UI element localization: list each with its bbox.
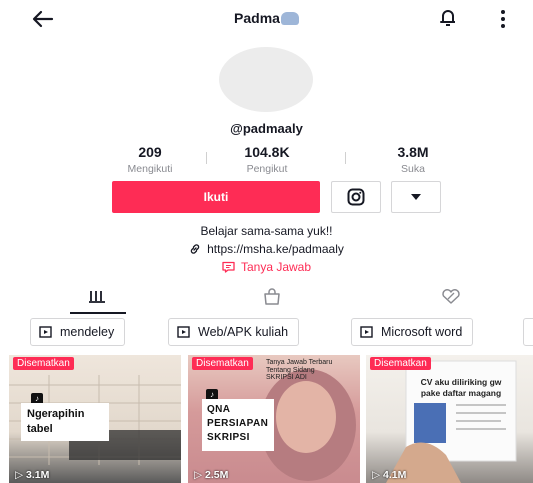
profile-title-text: Padma	[234, 10, 280, 26]
qa-icon	[222, 261, 235, 273]
instagram-icon	[347, 188, 365, 206]
liked-icon[interactable]	[440, 288, 462, 306]
active-tab-indicator	[70, 312, 126, 314]
video-thumbnail-3[interactable]: Disematkan CV aku diliriking gw pake daf…	[366, 355, 533, 483]
video-caption: CV aku diliriking gw pake daftar magang	[420, 377, 502, 398]
playlist-icon	[39, 326, 52, 338]
avatar[interactable]	[219, 47, 313, 112]
pinned-badge: Disematkan	[192, 357, 253, 370]
qa-link-text: Tanya Jawab	[240, 260, 312, 274]
elephant-emoji-icon	[280, 12, 299, 25]
stat-following-label: Mengikuti	[127, 163, 173, 175]
grid-icon[interactable]	[88, 288, 108, 304]
stat-followers[interactable]: 104.8K Pengikut	[222, 144, 312, 175]
stat-likes-value: 3.8M	[397, 144, 429, 160]
stat-likes[interactable]: 3.8M Suka	[368, 144, 458, 175]
video-caption: Ngerapihin tabel	[21, 403, 109, 441]
video-views: ▷ 2.5M	[194, 469, 229, 481]
playlist-chips: mendeley Web/APK kuliah Microsoft word	[0, 318, 533, 350]
video-views-count: 4.1M	[383, 469, 407, 481]
playlist-chip-web-apk[interactable]: Web/APK kuliah	[168, 318, 300, 346]
instagram-button[interactable]	[331, 181, 381, 213]
video-thumbnail-1[interactable]: Disematkan ♪ Ngerapihin tabel ▷ 3.1M	[9, 355, 181, 483]
suggested-accounts-button[interactable]	[391, 181, 441, 213]
more-vertical-icon[interactable]	[497, 8, 509, 30]
playlist-chip-label: Microsoft word	[381, 325, 463, 339]
stat-following-value: 209	[138, 144, 162, 160]
shop-bag-icon[interactable]	[262, 288, 282, 306]
video-views-count: 2.5M	[205, 469, 229, 481]
bio-link[interactable]: https://msha.ke/padmaaly	[0, 242, 533, 256]
bell-icon[interactable]	[437, 6, 459, 30]
video-views-count: 3.1M	[26, 469, 50, 481]
playlist-chip-microsoft-word[interactable]: Microsoft word	[351, 318, 474, 346]
qa-link[interactable]: Tanya Jawab	[0, 260, 533, 274]
follow-button[interactable]: Ikuti	[112, 181, 320, 213]
video-top-text: Tanya Jawab Terbaru Tentang Sidang SKRIP…	[266, 359, 333, 382]
pinned-badge: Disematkan	[13, 357, 74, 370]
playlist-chip-label: mendeley	[60, 325, 115, 339]
top-bar: Padma	[0, 0, 533, 38]
bio-text: Belajar sama-sama yuk!!	[200, 224, 333, 238]
bio-link-text: https://msha.ke/padmaaly	[207, 242, 344, 256]
profile-tabs	[0, 284, 533, 314]
video-thumbnail-2[interactable]: Disematkan Tanya Jawab Terbaru Tentang S…	[188, 355, 360, 483]
stat-divider	[206, 152, 207, 164]
cv-document-image	[386, 360, 517, 483]
stat-divider	[345, 152, 346, 164]
playlist-chip-more[interactable]	[523, 318, 533, 346]
video-views: ▷ 4.1M	[372, 469, 407, 481]
stat-followers-value: 104.8K	[244, 144, 290, 160]
playlist-chip-label: Web/APK kuliah	[198, 325, 289, 339]
playlist-chip-mendeley[interactable]: mendeley	[30, 318, 126, 346]
pinned-badge: Disematkan	[370, 357, 431, 370]
stat-likes-label: Suka	[401, 163, 425, 175]
stat-followers-label: Pengikut	[246, 163, 288, 175]
playlist-icon	[177, 326, 190, 338]
playlist-icon	[360, 326, 373, 338]
link-icon	[190, 244, 200, 254]
username: @padmaaly	[230, 121, 303, 136]
stat-following[interactable]: 209 Mengikuti	[105, 144, 195, 175]
video-caption: QNA PERSIAPAN SKRIPSI	[202, 399, 274, 451]
caret-down-icon	[411, 194, 421, 200]
video-views: ▷ 3.1M	[15, 469, 50, 481]
